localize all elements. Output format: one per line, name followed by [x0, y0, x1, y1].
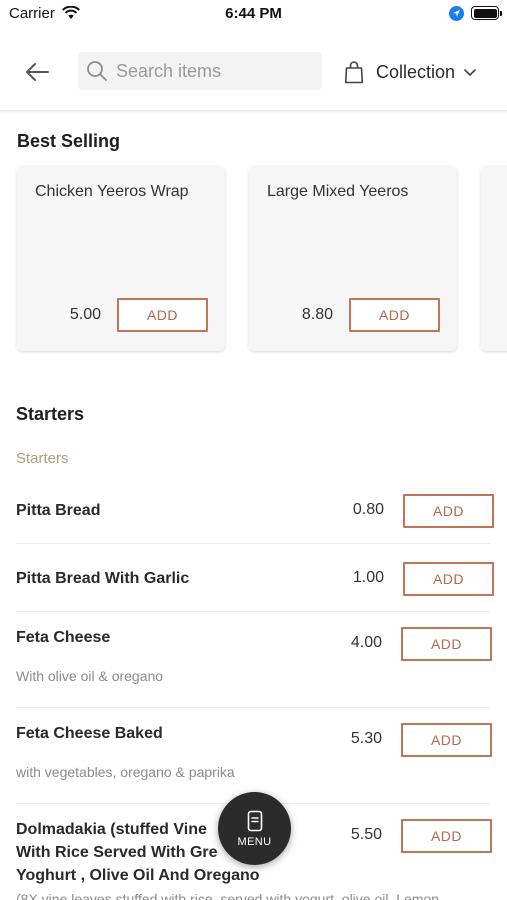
menu-item-name: Feta Cheese — [16, 629, 111, 646]
add-button[interactable]: ADD — [401, 627, 492, 661]
menu-item-price: 5.50 — [350, 826, 382, 843]
menu-item-name-line: Yoghurt , Olive Oil And Oregano — [16, 867, 260, 884]
back-button[interactable] — [18, 56, 56, 88]
chevron-down-icon — [464, 69, 476, 76]
add-button[interactable]: ADD — [401, 819, 492, 853]
search-icon — [87, 61, 107, 81]
location-arrow-icon — [449, 6, 464, 21]
card-item-price: 8.80 — [301, 306, 333, 323]
add-button[interactable]: ADD — [117, 298, 208, 332]
add-button[interactable]: ADD — [401, 723, 492, 757]
add-button[interactable]: ADD — [349, 298, 440, 332]
battery-icon — [471, 6, 502, 20]
divider — [16, 543, 490, 544]
divider — [16, 707, 490, 708]
menu-item-description: With olive oil & oregano — [16, 668, 164, 684]
divider — [16, 611, 490, 612]
subcategory-label: Starters — [16, 450, 69, 467]
menu-item-price: 5.30 — [350, 730, 382, 747]
best-selling-card[interactable]: Large Mixed Yeeros 8.80 ADD — [249, 166, 457, 351]
menu-item-description: with vegetables, oregano & paprika — [16, 764, 235, 780]
status-time: 6:44 PM — [225, 5, 282, 22]
card-item-name: Chicken Yeeros Wrap — [35, 183, 189, 200]
menu-item-price: 0.80 — [352, 501, 384, 518]
top-bar: Collection — [0, 44, 507, 110]
menu-item-name: Pitta Bread With Garlic — [16, 570, 190, 587]
order-type-label: Collection — [376, 61, 456, 82]
best-selling-title: Best Selling — [17, 131, 121, 151]
best-selling-card[interactable]: Chicken Yeeros Wrap 5.00 ADD — [17, 166, 225, 351]
order-type-selector[interactable]: Collection — [344, 56, 477, 88]
status-bar: Carrier 6:44 PM — [0, 0, 507, 30]
search-bar[interactable] — [78, 52, 322, 90]
back-arrow-icon — [26, 63, 49, 81]
card-item-name: Large Mixed Yeeros — [267, 183, 409, 200]
menu-item-price: 4.00 — [350, 634, 382, 651]
best-selling-card-partial[interactable] — [481, 166, 507, 351]
search-input[interactable] — [116, 60, 306, 82]
starters-title: Starters — [16, 404, 85, 424]
menu-fab-label: MENU — [237, 835, 272, 848]
shopping-bag-icon — [344, 61, 364, 84]
menu-book-icon — [247, 810, 262, 831]
menu-item-price: 1.00 — [352, 569, 384, 586]
menu-item-name: Feta Cheese Baked — [16, 725, 163, 742]
menu-fab-button[interactable]: MENU — [218, 792, 291, 865]
menu-item-description: (8X vine leaves stuffed with rice, serve… — [16, 891, 440, 900]
add-button[interactable]: ADD — [403, 494, 494, 528]
add-button[interactable]: ADD — [403, 562, 494, 596]
header-divider — [0, 110, 507, 114]
menu-item-name: Pitta Bread — [16, 502, 101, 519]
card-item-price: 5.00 — [69, 306, 101, 323]
